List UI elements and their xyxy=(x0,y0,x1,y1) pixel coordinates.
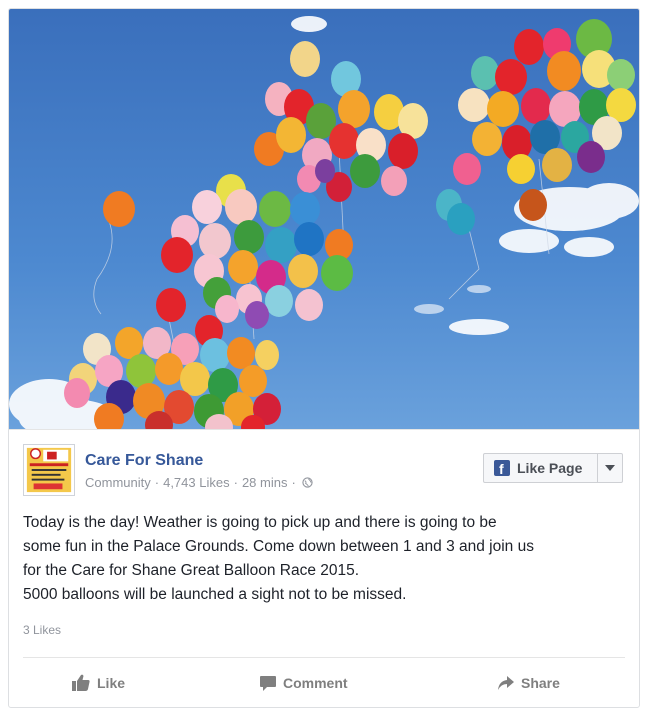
post-photo-balloons[interactable] xyxy=(9,9,639,429)
page-category: Community xyxy=(85,475,151,490)
like-page-dropdown[interactable] xyxy=(597,454,622,482)
like-label: Like xyxy=(97,675,126,691)
facebook-post-card: Care For Shane Community · 4,743 Likes ·… xyxy=(8,8,640,708)
like-page-button-group: f Like Page xyxy=(483,453,623,483)
comment-bubble-icon xyxy=(260,675,276,691)
meta-separator: · xyxy=(233,475,238,490)
like-page-label: Like Page xyxy=(517,460,583,476)
thumbs-up-icon xyxy=(72,674,90,691)
page-logo-avatar[interactable] xyxy=(23,444,75,496)
post-text-line: some fun in the Palace Grounds. Come dow… xyxy=(23,538,534,555)
post-actions: Like Comment Share xyxy=(9,661,639,705)
comment-button[interactable]: Comment xyxy=(259,661,348,705)
post-time-link[interactable]: 28 mins xyxy=(242,475,288,490)
post-header: Care For Shane Community · 4,743 Likes ·… xyxy=(9,429,639,510)
facebook-f-icon: f xyxy=(494,460,510,477)
comment-label: Comment xyxy=(283,675,348,691)
meta-separator: · xyxy=(154,475,160,490)
post-meta: Community · 4,743 Likes · 28 mins · xyxy=(85,475,313,490)
post-text-line: Today is the day! Weather is going to pi… xyxy=(23,514,497,531)
page-likes-count: 4,743 Likes xyxy=(163,475,230,490)
meta-separator: · xyxy=(291,475,296,490)
share-label: Share xyxy=(521,675,560,691)
like-button[interactable]: Like xyxy=(71,661,125,705)
reactions-count[interactable]: 3 Likes xyxy=(23,623,61,637)
page-name-link[interactable]: Care For Shane xyxy=(85,452,203,470)
share-arrow-icon xyxy=(498,676,514,690)
like-page-button[interactable]: f Like Page xyxy=(484,454,597,482)
post-text-line: 5000 balloons will be launched a sight n… xyxy=(23,586,407,603)
post-text-line: for the Care for Shane Great Balloon Rac… xyxy=(23,562,360,579)
globe-icon xyxy=(302,477,313,488)
divider xyxy=(23,657,625,658)
chevron-down-icon xyxy=(605,465,615,471)
post-text: Today is the day! Weather is going to pi… xyxy=(23,511,623,607)
share-button[interactable]: Share xyxy=(497,661,560,705)
